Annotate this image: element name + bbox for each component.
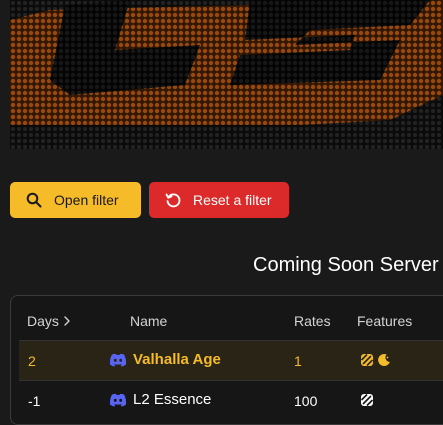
column-header-name[interactable]: Name [130,313,167,329]
row-name-cell[interactable]: L2 Essence [109,391,211,408]
open-filter-button[interactable]: Open filter [10,182,141,218]
banner-logo-artwork [10,0,443,149]
striped-badge-icon [360,353,374,367]
table-row[interactable]: -1 L2 Essence 100 [19,380,443,420]
open-filter-label: Open filter [54,192,119,208]
search-icon [26,192,42,208]
reset-filter-button[interactable]: Reset a filter [149,182,289,218]
table-row[interactable]: 2 Valhalla Age 1 [19,340,443,380]
row-days: 2 [28,353,36,369]
column-header-features[interactable]: Features [357,313,412,329]
servers-table: Days Name Rates Features 2 Valhalla Age … [10,295,443,425]
reset-icon [165,192,181,208]
row-rates: 100 [294,393,318,409]
striped-badge-icon [360,393,374,407]
server-name: L2 Essence [133,391,212,408]
discord-icon[interactable] [109,393,127,407]
discord-icon[interactable] [109,353,127,367]
chevron-right-icon [63,316,71,326]
hero-banner [10,0,443,149]
column-header-days-label: Days [27,313,59,329]
reset-filter-label: Reset a filter [193,192,272,208]
row-days: -1 [28,393,41,409]
table-header: Days Name Rates Features [11,296,443,340]
column-header-days[interactable]: Days [27,313,71,329]
row-rates: 1 [294,353,302,369]
row-name-cell[interactable]: Valhalla Age [109,351,221,368]
row-features [360,393,374,407]
section-title: Coming Soon Server [253,254,439,276]
moon-icon [377,353,391,367]
server-name: Valhalla Age [133,351,221,368]
column-header-rates[interactable]: Rates [294,313,331,329]
row-features [360,353,391,367]
